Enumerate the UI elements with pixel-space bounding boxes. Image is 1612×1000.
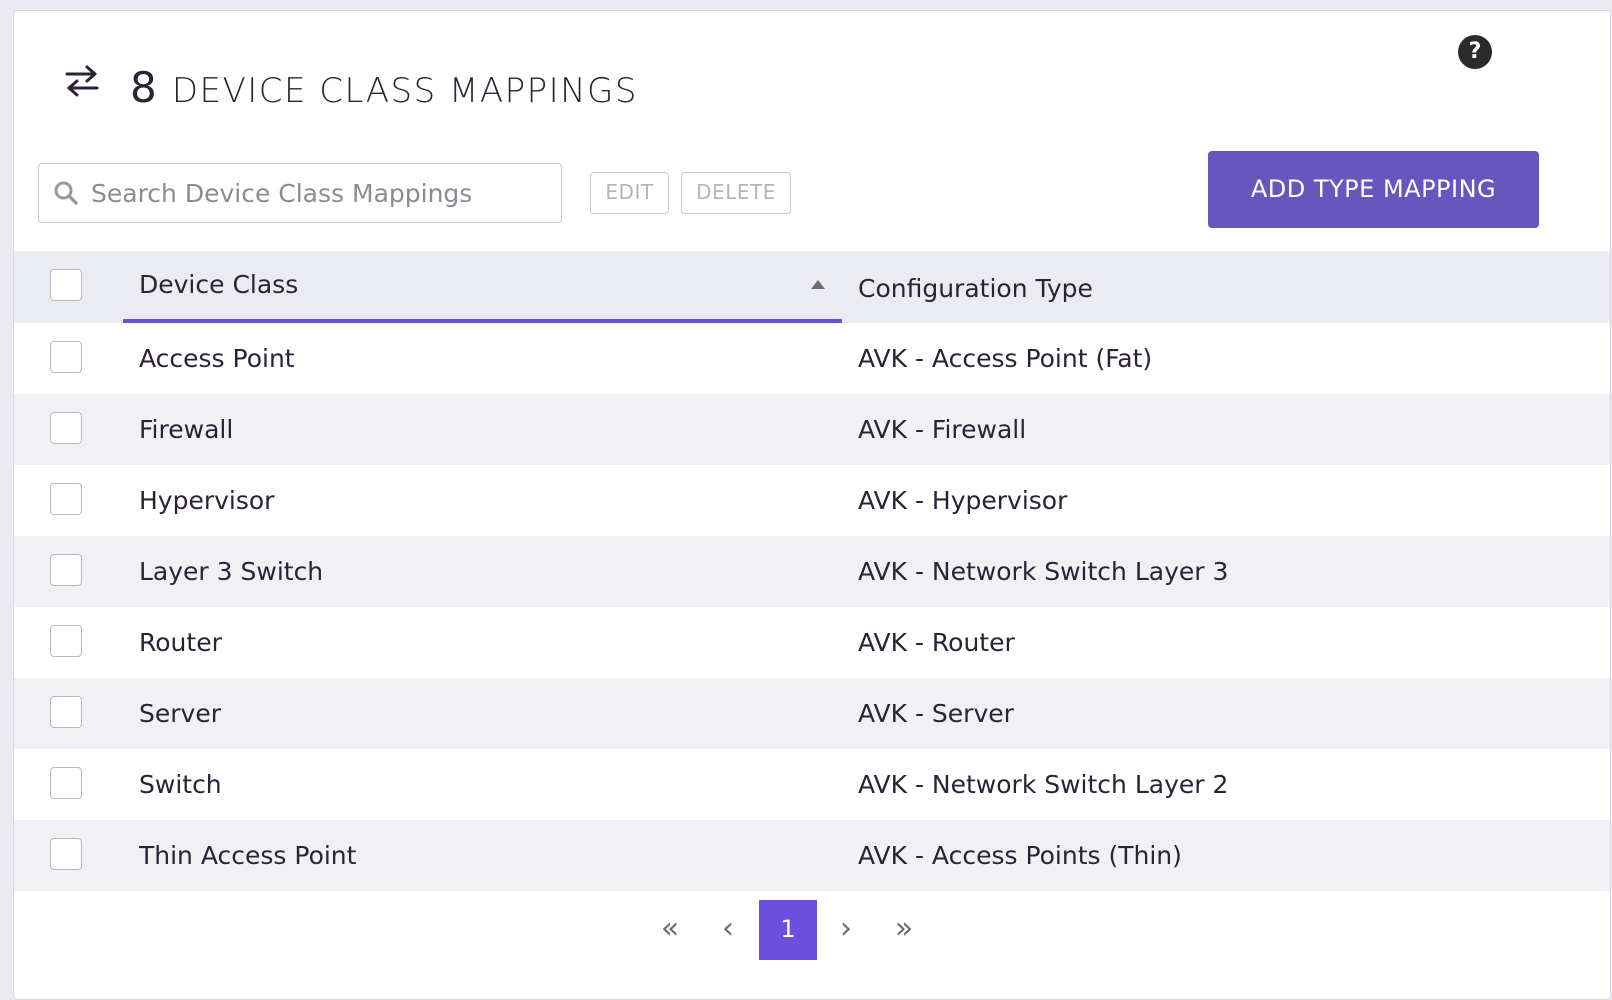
row-checkbox[interactable] (50, 767, 82, 799)
sort-ascending-icon[interactable] (811, 280, 825, 289)
configuration-type-cell: AVK - Access Point (Fat) (858, 344, 1153, 373)
configuration-type-cell: AVK - Router (858, 628, 1015, 657)
device-class-cell: Router (139, 628, 222, 657)
configuration-type-cell: AVK - Server (858, 699, 1014, 728)
device-class-cell: Hypervisor (139, 486, 275, 515)
device-class-cell: Thin Access Point (139, 841, 357, 870)
table-header: Device Class Configuration Type (14, 251, 1610, 323)
select-all-checkbox[interactable] (50, 269, 82, 301)
last-page-button[interactable]: » (875, 900, 933, 960)
row-checkbox[interactable] (50, 412, 82, 444)
page-title-text: DEVICE CLASS MAPPINGS (171, 71, 638, 111)
panel-header: 8 DEVICE CLASS MAPPINGS ? (14, 11, 1610, 151)
table-row[interactable]: Access Point AVK - Access Point (Fat) (14, 323, 1610, 394)
add-type-mapping-button[interactable]: ADD TYPE MAPPING (1208, 151, 1539, 228)
mappings-table: Device Class Configuration Type Access P… (14, 251, 1610, 891)
page-title: 8 DEVICE CLASS MAPPINGS (130, 63, 638, 112)
edit-button[interactable]: EDIT (590, 172, 669, 214)
device-class-cell: Server (139, 699, 221, 728)
search-icon (53, 180, 79, 206)
swap-arrows-icon (62, 61, 102, 101)
toolbar: EDIT DELETE ADD TYPE MAPPING (14, 151, 1610, 251)
configuration-type-cell: AVK - Firewall (858, 415, 1027, 444)
device-class-cell: Access Point (139, 344, 295, 373)
row-checkbox[interactable] (50, 483, 82, 515)
row-checkbox[interactable] (50, 838, 82, 870)
table-row[interactable]: Layer 3 Switch AVK - Network Switch Laye… (14, 536, 1610, 607)
device-class-cell: Firewall (139, 415, 234, 444)
first-page-button[interactable]: « (641, 900, 699, 960)
delete-button[interactable]: DELETE (681, 172, 791, 214)
column-header-configuration-type[interactable]: Configuration Type (858, 251, 1093, 322)
device-class-cell: Layer 3 Switch (139, 557, 324, 586)
pagination: « ‹ 1 › » (14, 900, 1610, 960)
row-checkbox[interactable] (50, 341, 82, 373)
table-row[interactable]: Router AVK - Router (14, 607, 1610, 678)
previous-page-button[interactable]: ‹ (699, 900, 757, 960)
configuration-type-cell: AVK - Access Points (Thin) (858, 841, 1182, 870)
table-row[interactable]: Switch AVK - Network Switch Layer 2 (14, 749, 1610, 820)
help-icon[interactable]: ? (1458, 35, 1492, 69)
table-row[interactable]: Hypervisor AVK - Hypervisor (14, 465, 1610, 536)
mapping-count: 8 (130, 63, 159, 112)
next-page-button[interactable]: › (817, 900, 875, 960)
configuration-type-cell: AVK - Hypervisor (858, 486, 1068, 515)
current-page-button[interactable]: 1 (759, 900, 817, 960)
table-row[interactable]: Thin Access Point AVK - Access Points (T… (14, 820, 1610, 891)
row-checkbox[interactable] (50, 696, 82, 728)
row-checkbox[interactable] (50, 625, 82, 657)
search-box (38, 163, 562, 223)
column-header-device-class[interactable]: Device Class (139, 251, 298, 322)
device-class-cell: Switch (139, 770, 222, 799)
table-row[interactable]: Firewall AVK - Firewall (14, 394, 1610, 465)
table-row[interactable]: Server AVK - Server (14, 678, 1610, 749)
device-class-mappings-panel: 8 DEVICE CLASS MAPPINGS ? EDIT DELETE AD… (13, 10, 1611, 1000)
configuration-type-cell: AVK - Network Switch Layer 2 (858, 770, 1229, 799)
row-checkbox[interactable] (50, 554, 82, 586)
search-input[interactable] (89, 164, 553, 223)
configuration-type-cell: AVK - Network Switch Layer 3 (858, 557, 1229, 586)
